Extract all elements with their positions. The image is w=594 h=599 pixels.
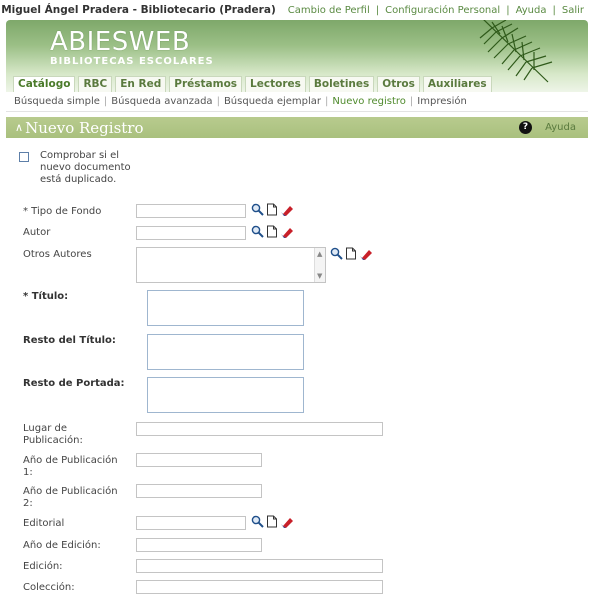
resto-portada-label: Resto de Portada: bbox=[23, 378, 125, 389]
titulo-label: * Título: bbox=[23, 291, 69, 302]
tab-otros[interactable]: Otros bbox=[377, 76, 420, 92]
editorial-label: Editorial bbox=[23, 518, 65, 529]
eraser-icon[interactable] bbox=[280, 204, 294, 216]
tab-auxiliares[interactable]: Auxiliares bbox=[422, 76, 492, 92]
link-configuracion-personal[interactable]: Configuración Personal bbox=[385, 5, 500, 16]
separator: | bbox=[375, 4, 380, 16]
separator: | bbox=[552, 4, 556, 16]
autor-input[interactable] bbox=[136, 226, 246, 240]
scroll-down-icon[interactable]: ▼ bbox=[317, 272, 322, 280]
subnav-busqueda-simple[interactable]: Búsqueda simple bbox=[14, 96, 100, 107]
subnav-busqueda-ejemplar[interactable]: Búsqueda ejemplar bbox=[224, 96, 321, 107]
logo-name: ABIESWEB bbox=[50, 27, 191, 57]
app-header: ABIESWEB BIBLIOTECAS ESCOLARES Catálogo … bbox=[6, 20, 588, 92]
resto-titulo-label: Resto del Título: bbox=[23, 335, 116, 346]
page-title: Nuevo Registro bbox=[25, 118, 144, 137]
eraser-icon[interactable] bbox=[280, 516, 294, 528]
separator: | bbox=[409, 96, 414, 107]
separator: | bbox=[325, 96, 329, 107]
new-document-icon[interactable] bbox=[266, 225, 278, 238]
user-name: Miguel Ángel Pradera - Bibliotecario (Pr… bbox=[1, 4, 276, 16]
tab-prestamos[interactable]: Préstamos bbox=[169, 76, 243, 92]
edicion-input[interactable] bbox=[136, 559, 383, 573]
resto-titulo-textarea[interactable] bbox=[147, 334, 304, 370]
sub-navigation: Búsqueda simple | Búsqueda avanzada | Bú… bbox=[6, 92, 588, 112]
new-document-icon[interactable] bbox=[266, 515, 278, 528]
help-icon[interactable]: ? bbox=[519, 121, 532, 134]
anio-edicion-input[interactable] bbox=[136, 538, 262, 552]
new-document-icon[interactable] bbox=[345, 247, 357, 260]
tab-boletines[interactable]: Boletines bbox=[308, 76, 375, 92]
editorial-input[interactable] bbox=[136, 516, 246, 530]
anio-edicion-label: Año de Edición: bbox=[23, 540, 101, 551]
search-icon[interactable] bbox=[330, 247, 343, 260]
otros-autores-label: Otros Autores bbox=[23, 249, 92, 260]
scroll-up-icon[interactable]: ▲ bbox=[317, 250, 322, 258]
anio-publicacion-2-input[interactable] bbox=[136, 484, 262, 498]
anio-publicacion-1-input[interactable] bbox=[136, 453, 262, 467]
eraser-icon[interactable] bbox=[280, 226, 294, 238]
new-document-icon[interactable] bbox=[266, 203, 278, 216]
abiesweb-logo: ABIESWEB BIBLIOTECAS ESCOLARES bbox=[50, 29, 214, 67]
duplicate-check-label: Comprobar si el nuevo documento está dup… bbox=[40, 150, 131, 185]
lugar-publicacion-input[interactable] bbox=[136, 422, 383, 436]
subnav-nuevo-registro[interactable]: Nuevo registro bbox=[332, 96, 406, 107]
coleccion-label: Colección: bbox=[23, 582, 75, 593]
link-cambio-perfil[interactable]: Cambio de Perfil bbox=[288, 5, 370, 16]
resto-portada-textarea[interactable] bbox=[147, 377, 304, 413]
duplicate-check-checkbox[interactable] bbox=[19, 152, 29, 162]
subnav-busqueda-avanzada[interactable]: Búsqueda avanzada bbox=[111, 96, 212, 107]
lugar-publicacion-label: Lugar de Publicación: bbox=[23, 423, 83, 446]
editorial-actions bbox=[251, 515, 294, 528]
page-title-bar: ∧ Nuevo Registro ? Ayuda bbox=[6, 117, 588, 138]
search-icon[interactable] bbox=[251, 515, 264, 528]
logo-subtitle: BIBLIOTECAS ESCOLARES bbox=[50, 56, 214, 67]
separator: | bbox=[103, 96, 108, 107]
subnav-impresion[interactable]: Impresión bbox=[417, 96, 467, 107]
anio-publicacion-2-label: Año de Publicación 2: bbox=[23, 486, 118, 509]
tipo-fondo-label: * Tipo de Fondo bbox=[23, 206, 102, 217]
autor-actions bbox=[251, 225, 294, 238]
separator: | bbox=[216, 96, 220, 107]
link-ayuda[interactable]: Ayuda bbox=[516, 5, 547, 16]
tab-en-red[interactable]: En Red bbox=[115, 76, 167, 92]
otros-autores-textarea[interactable]: ▲ ▼ bbox=[136, 247, 326, 283]
tab-lectores[interactable]: Lectores bbox=[245, 76, 306, 92]
help-link[interactable]: Ayuda bbox=[545, 122, 576, 133]
scrollbar[interactable]: ▲ ▼ bbox=[314, 248, 325, 282]
search-icon[interactable] bbox=[251, 225, 264, 238]
search-icon[interactable] bbox=[251, 203, 264, 216]
coleccion-input[interactable] bbox=[136, 580, 383, 594]
autor-label: Autor bbox=[23, 227, 51, 238]
tab-catalogo[interactable]: Catálogo bbox=[13, 76, 76, 92]
main-tabs: Catálogo RBC En Red Préstamos Lectores B… bbox=[13, 76, 492, 92]
otros-autores-actions bbox=[330, 247, 373, 260]
eraser-icon[interactable] bbox=[359, 248, 373, 260]
titulo-textarea[interactable] bbox=[147, 290, 304, 326]
separator: | bbox=[506, 4, 510, 16]
tab-rbc[interactable]: RBC bbox=[78, 76, 113, 92]
link-salir[interactable]: Salir bbox=[562, 5, 584, 16]
user-bar: Miguel Ángel Pradera - Bibliotecario (Pr… bbox=[0, 0, 594, 20]
edicion-label: Edición: bbox=[23, 561, 63, 572]
caret-up-icon: ∧ bbox=[15, 121, 24, 134]
tipo-fondo-input[interactable] bbox=[136, 204, 246, 218]
anio-publicacion-1-label: Año de Publicación 1: bbox=[23, 455, 118, 478]
tipo-fondo-actions bbox=[251, 203, 294, 216]
